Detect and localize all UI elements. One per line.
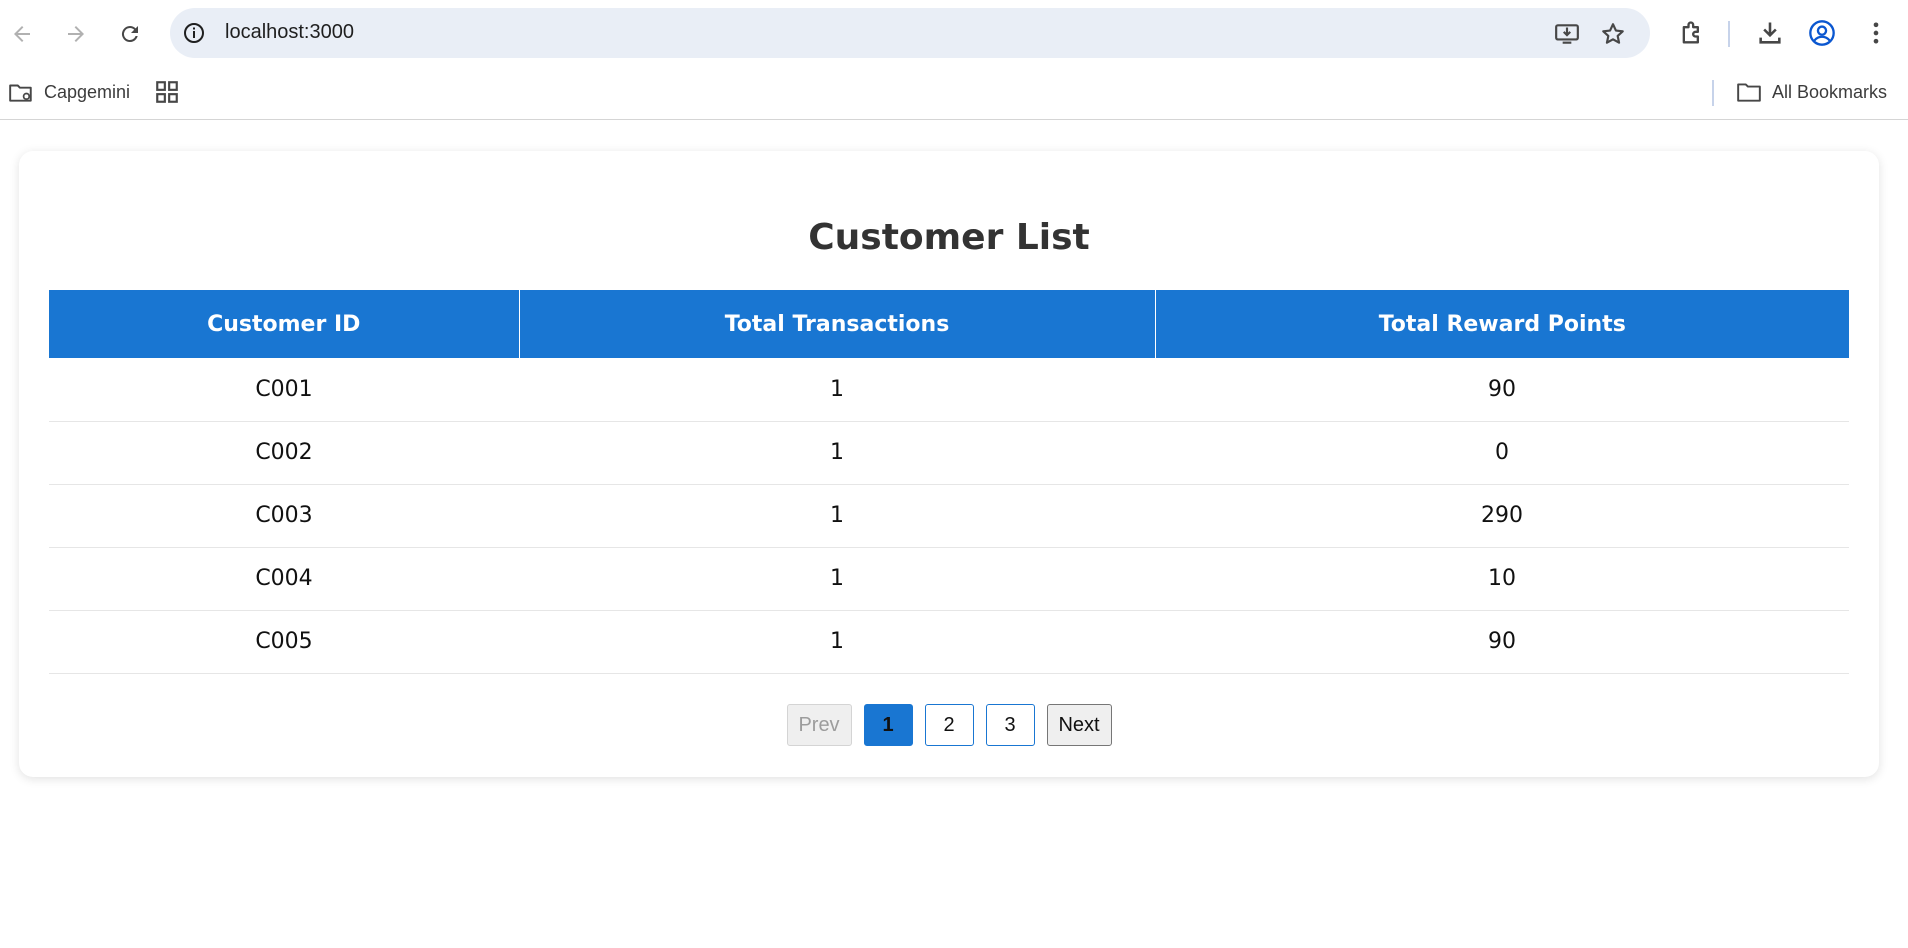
table-row: C004 1 10 — [49, 547, 1849, 611]
page-title: Customer List — [808, 217, 1090, 258]
apps-grid-icon[interactable] — [154, 79, 180, 105]
cell-total-transactions: 1 — [519, 484, 1155, 548]
install-app-icon[interactable] — [1554, 21, 1580, 47]
table-row: C005 1 90 — [49, 610, 1849, 674]
site-info-icon[interactable] — [182, 21, 206, 45]
all-bookmarks-label: All Bookmarks — [1772, 81, 1888, 102]
cell-total-reward-points: 90 — [1155, 358, 1849, 422]
prev-page-button[interactable]: Prev — [786, 704, 852, 746]
profile-avatar-icon[interactable] — [1808, 19, 1836, 47]
browser-toolbar: localhost:3000 — [0, 0, 1908, 66]
back-button[interactable] — [2, 14, 42, 54]
toolbar-divider — [1728, 21, 1730, 47]
extensions-icon[interactable] — [1678, 19, 1706, 47]
cell-customer-id: C004 — [49, 547, 519, 611]
customer-table: Customer ID Total Transactions Total Rew… — [49, 290, 1849, 674]
table-row: C003 1 290 — [49, 484, 1849, 548]
table-row: C001 1 90 — [49, 358, 1849, 422]
column-header-total-reward-points: Total Reward Points — [1155, 290, 1849, 358]
cell-customer-id: C003 — [49, 484, 519, 548]
cell-total-transactions: 1 — [519, 421, 1155, 485]
reload-icon — [121, 26, 138, 43]
table-header: Customer ID Total Transactions Total Rew… — [49, 290, 1849, 358]
cell-total-transactions: 1 — [519, 547, 1155, 611]
forward-button[interactable] — [56, 14, 96, 54]
url-text[interactable]: localhost:3000 — [225, 21, 354, 44]
cell-total-reward-points: 290 — [1155, 484, 1849, 548]
bookmarks-divider — [1712, 80, 1714, 106]
folder-icon — [1737, 83, 1761, 102]
bookmarks-bar: Capgemini All Bookmarks — [0, 66, 1908, 120]
folder-settings-icon — [9, 84, 32, 102]
more-menu-icon[interactable] — [1862, 19, 1890, 47]
all-bookmarks-button[interactable]: All Bookmarks — [1736, 76, 1887, 108]
bookmark-star-icon[interactable] — [1600, 21, 1626, 47]
column-header-customer-id: Customer ID — [49, 290, 520, 358]
address-bar[interactable]: localhost:3000 — [170, 8, 1650, 58]
page-3-button[interactable]: 3 — [985, 704, 1035, 746]
next-page-button[interactable]: Next — [1046, 704, 1112, 746]
cell-customer-id: C001 — [49, 358, 519, 422]
cell-total-reward-points: 0 — [1155, 421, 1849, 485]
page-2-button[interactable]: 2 — [924, 704, 974, 746]
cell-total-transactions: 1 — [519, 358, 1155, 422]
reload-button[interactable] — [110, 14, 150, 54]
bookmark-label: Capgemini — [44, 81, 131, 102]
cell-total-transactions: 1 — [519, 610, 1155, 674]
downloads-icon[interactable] — [1756, 19, 1784, 47]
bookmark-capgemini[interactable]: Capgemini — [8, 76, 130, 108]
column-header-total-transactions: Total Transactions — [519, 290, 1156, 358]
customer-list-card: Customer List Customer ID Total Transact… — [19, 151, 1879, 777]
cell-customer-id: C005 — [49, 610, 519, 674]
table-row: C002 1 0 — [49, 421, 1849, 485]
cell-customer-id: C002 — [49, 421, 519, 485]
arrow-left-icon — [14, 26, 30, 42]
page-1-button[interactable]: 1 — [863, 704, 913, 746]
cell-total-reward-points: 10 — [1155, 547, 1849, 611]
pagination: Prev 1 2 3 Next — [19, 704, 1879, 746]
cell-total-reward-points: 90 — [1155, 610, 1849, 674]
arrow-right-icon — [68, 26, 84, 42]
